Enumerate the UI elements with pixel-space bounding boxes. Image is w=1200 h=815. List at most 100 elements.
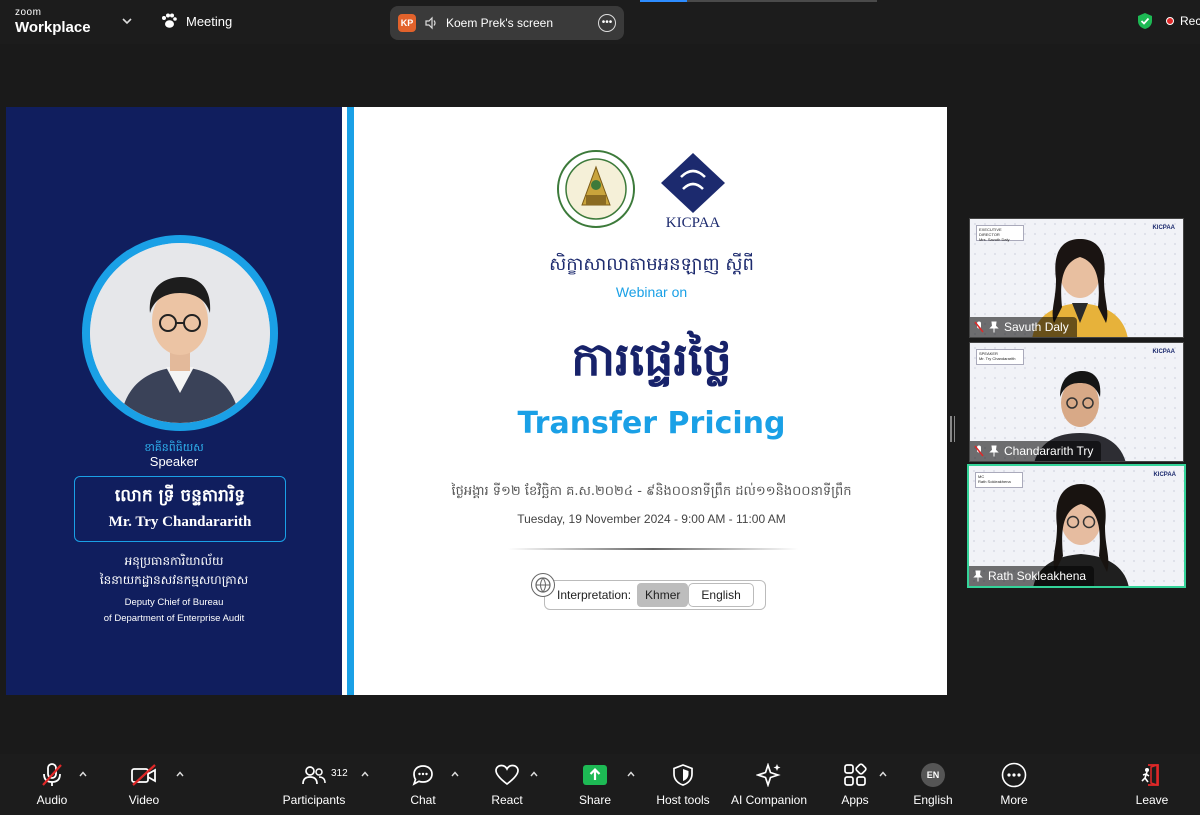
participant-tile-active-speaker[interactable]: MC Rath Sokleakhena KICPAA Rath Sokleakhe… (967, 464, 1186, 588)
speaker-photo (90, 243, 270, 423)
audio-label: Audio (36, 793, 68, 807)
leave-button[interactable]: Leave (1132, 754, 1172, 815)
participant-name: Savuth Daly (1004, 320, 1069, 334)
top-bar: zoom Workplace Meeting KP Koem Prek's sc… (0, 0, 1200, 44)
paw-icon (162, 13, 177, 28)
pin-icon (989, 321, 999, 333)
recording-indicator[interactable]: Rec (1166, 14, 1200, 28)
participant-tile[interactable]: EXECUTIVE DIRECTOR Mrs. Savuth Daly KICPA… (969, 218, 1184, 338)
react-button[interactable]: React (487, 754, 527, 815)
resize-drag-handle[interactable] (950, 416, 956, 442)
share-label: Share (578, 793, 612, 807)
speaker-panel: ខាគីនពិធិយស Speaker លោក ទ្រី ចន្ទតារារិទ… (6, 107, 342, 695)
chat-button[interactable]: Chat (402, 754, 444, 815)
logo-small-text: zoom (15, 7, 42, 18)
ai-companion-button[interactable]: AI Companion (728, 754, 810, 815)
event-date-en: Tuesday, 19 November 2024 - 9:00 AM - 11… (517, 512, 786, 526)
participant-nameplate: Savuth Daly (970, 317, 1077, 337)
heart-icon (495, 764, 519, 786)
apps-label: Apps (841, 793, 869, 807)
gdt-seal-logo (557, 150, 635, 228)
more-button[interactable]: More (994, 754, 1034, 815)
more-label: More (1000, 793, 1028, 807)
progress-bar (640, 0, 877, 2)
webinar-info-panel: KICPAA សិក្ខាសាលាតាមអនឡាញ ស្តីពី Webinar… (356, 107, 947, 695)
react-label: React (491, 793, 523, 807)
participant-tile[interactable]: SPEAKER Mr. Try Chandararith KICPAA Chand… (969, 342, 1184, 462)
pin-icon (973, 570, 983, 582)
audio-options-caret-icon[interactable] (78, 769, 88, 779)
react-options-caret-icon[interactable] (529, 769, 539, 779)
muted-mic-icon (42, 763, 62, 786)
event-date-km: ថ្ងៃអង្គារ ទី១២ ខែវិច្ឆិកា គ.ស.២០២៤ - ៩ន… (451, 484, 852, 499)
host-tools-button[interactable]: Host tools (652, 754, 714, 815)
tile-kicpaa-logo: KICPAA (1153, 472, 1176, 478)
slide-title-en: Transfer Pricing (517, 406, 786, 441)
lang-option-khmer: Khmer (637, 583, 689, 607)
globe-icon (531, 573, 555, 597)
tile-badge: MC Rath Sokleakhena (975, 472, 1023, 488)
video-button[interactable]: Video (122, 754, 166, 815)
webinar-label-en: Webinar on (615, 284, 688, 300)
tile-badge: SPEAKER Mr. Try Chandararith (976, 349, 1024, 365)
tile-badge-name: Mr. Try Chandararith (979, 356, 1016, 362)
chevron-down-icon[interactable] (120, 14, 134, 28)
slide-divider-line (508, 548, 798, 550)
tile-kicpaa-logo: KICPAA (1152, 225, 1175, 231)
chat-options-caret-icon[interactable] (450, 769, 460, 779)
speaker-photo-ring (82, 235, 278, 431)
video-options-caret-icon[interactable] (175, 769, 185, 779)
tile-badge-title: EXECUTIVE DIRECTOR (979, 227, 1002, 238)
interpretation-selector: Interpretation: Khmer English (531, 573, 766, 610)
video-label: Video (128, 793, 160, 807)
meeting-menu[interactable]: Meeting (160, 13, 232, 29)
more-options-icon[interactable]: ••• (598, 14, 616, 32)
participants-button[interactable]: Participants (280, 754, 348, 815)
tile-kicpaa-logo: KICPAA (1152, 349, 1175, 355)
interpretation-label: Interpretation: (557, 588, 632, 602)
leave-label: Leave (1135, 793, 1169, 807)
participants-icon (302, 766, 326, 785)
apps-options-caret-icon[interactable] (878, 769, 888, 779)
slide-title-km: ការផ្ទេរថ្លៃ (571, 332, 732, 386)
logo-big-text: Workplace (15, 19, 91, 36)
audio-button[interactable]: Audio (30, 754, 74, 815)
speaker-name-km: លោក ទ្រី ចន្ទតារារិទ្ធ (114, 486, 246, 506)
pin-icon (989, 445, 999, 457)
screen-share-indicator[interactable]: KP Koem Prek's screen ••• (390, 6, 624, 40)
kicpaa-logo: KICPAA (661, 153, 725, 229)
share-screen-icon (583, 765, 607, 785)
video-off-icon (131, 764, 156, 786)
more-icon (1001, 762, 1027, 788)
host-tools-label: Host tools (656, 793, 710, 807)
share-options-caret-icon[interactable] (626, 769, 636, 779)
webinar-label-km: សិក្ខាសាលាតាមអនឡាញ ស្តីពី (549, 254, 754, 275)
speaker-label-en: Speaker (149, 454, 199, 469)
tile-badge-name: Rath Sokleakhena (978, 479, 1011, 485)
participant-name: Rath Sokleakhena (988, 569, 1087, 583)
participants-label: Participants (282, 793, 346, 807)
leave-door-icon (1141, 763, 1159, 787)
share-button[interactable]: Share (574, 754, 616, 815)
participant-name: Chandararith Try (1004, 444, 1094, 458)
participant-nameplate: Chandararith Try (970, 441, 1102, 461)
encryption-shield-icon[interactable] (1137, 12, 1153, 30)
shared-slide: ខាគីនពិធិយស Speaker លោក ទ្រី ចន្ទតារារិទ… (6, 107, 947, 695)
apps-icon (844, 763, 867, 786)
participants-options-caret-icon[interactable] (360, 769, 370, 779)
sparkle-icon (756, 763, 781, 787)
speaker-role-en-2: of Department of Enterprise Audit (103, 613, 245, 624)
share-label: Koem Prek's screen (446, 16, 553, 30)
kicpaa-logo-text: KICPAA (666, 215, 721, 229)
participant-nameplate: Rath Sokleakhena (969, 566, 1095, 586)
meeting-toolbar: Audio Video Participants 312 Chat React … (0, 754, 1200, 815)
rec-label: Rec (1180, 14, 1200, 28)
sharer-avatar: KP (398, 14, 416, 32)
globe-en-icon: EN (921, 763, 945, 787)
tile-badge: EXECUTIVE DIRECTOR Mrs. Savuth Daly (976, 225, 1024, 242)
apps-button[interactable]: Apps (836, 754, 874, 815)
language-interpretation-button[interactable]: EN English (908, 754, 958, 815)
record-dot-icon (1166, 17, 1174, 25)
muted-mic-icon (974, 321, 984, 333)
ai-companion-label: AI Companion (730, 793, 808, 807)
